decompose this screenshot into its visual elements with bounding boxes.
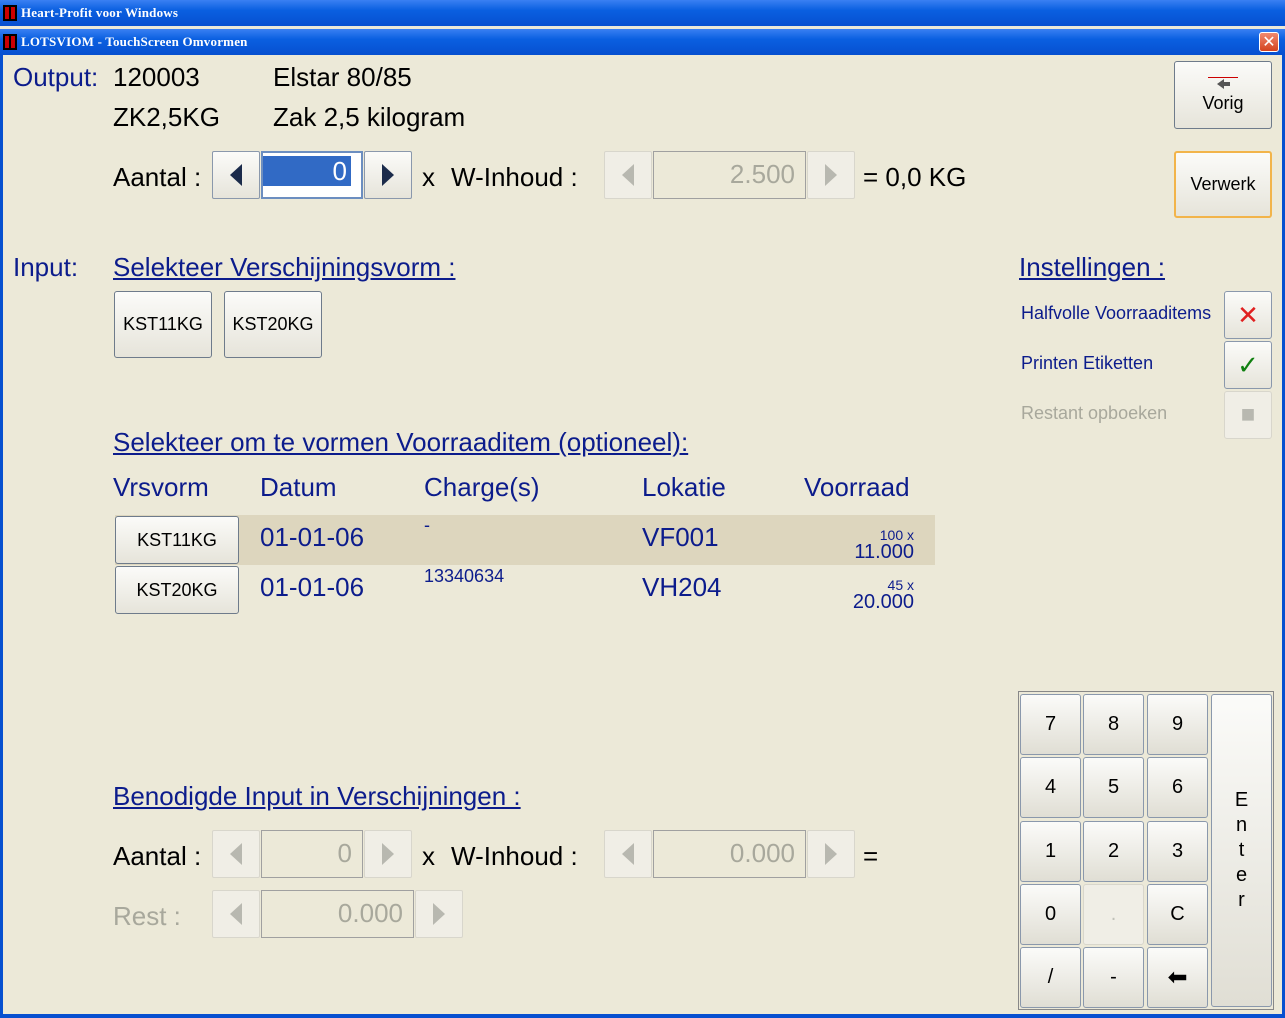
winhoud-decrease-button[interactable]: [604, 151, 652, 199]
key-8[interactable]: 8: [1083, 694, 1144, 755]
rest-input[interactable]: 0.000: [261, 890, 414, 938]
times-label: x: [422, 162, 435, 192]
output-package-code: ZK2,5KG: [113, 102, 220, 132]
winhoud-increase-button[interactable]: [807, 151, 855, 199]
row-datum: 01-01-06: [260, 572, 365, 602]
setting-halfvolle-toggle[interactable]: ✕: [1224, 291, 1272, 339]
winhoud-label: W-Inhoud :: [451, 162, 578, 192]
key-7[interactable]: 7: [1020, 694, 1081, 755]
winhoud-input[interactable]: 2.500: [653, 151, 806, 199]
arrow-right-icon: [382, 843, 394, 865]
key-9[interactable]: 9: [1147, 694, 1208, 755]
key-clear[interactable]: C: [1147, 884, 1208, 945]
arrow-left-icon: [230, 843, 242, 865]
input-label: Input:: [13, 252, 79, 282]
key-slash[interactable]: /: [1020, 947, 1081, 1008]
row-vrsvorm-button[interactable]: KST20KG: [115, 566, 239, 614]
arrow-right-icon: [433, 903, 445, 925]
key-4[interactable]: 4: [1020, 757, 1081, 818]
arrow-right-icon: [825, 164, 837, 186]
column-voorraad: Voorraad: [804, 472, 910, 502]
key-3[interactable]: 3: [1147, 821, 1208, 882]
output-code: 120003: [113, 62, 200, 92]
rest-label: Rest :: [113, 901, 181, 931]
enter-letter: t: [1238, 839, 1245, 861]
column-charges: Charge(s): [424, 472, 540, 502]
settings-title: Instellingen :: [1019, 252, 1165, 282]
setting-restant-toggle[interactable]: ■: [1224, 391, 1272, 439]
row-datum: 01-01-06: [260, 522, 365, 552]
key-minus[interactable]: -: [1083, 947, 1144, 1008]
row-charge: -: [424, 515, 430, 535]
required-aantal-label: Aantal :: [113, 841, 202, 871]
verwerk-button[interactable]: Verwerk: [1174, 151, 1272, 218]
dialog-titlebar: LOTSVIOM - TouchScreen Omvormen ✕: [0, 29, 1285, 55]
key-enter[interactable]: E n t e r: [1211, 694, 1272, 1007]
row-vrsvorm-button[interactable]: KST11KG: [115, 516, 239, 564]
aantal-input[interactable]: 0: [261, 151, 363, 199]
setting-printen-label: Printen Etiketten: [1021, 353, 1154, 373]
enter-letter: r: [1238, 889, 1245, 911]
column-datum: Datum: [260, 472, 337, 502]
required-winhoud-input[interactable]: 0.000: [653, 830, 806, 878]
dialog-title: LOTSVIOM - TouchScreen Omvormen: [21, 34, 248, 49]
app-title: Heart-Profit voor Windows: [21, 5, 179, 20]
form-button-kst20kg[interactable]: KST20KG: [224, 291, 322, 358]
form-button-kst11kg[interactable]: KST11KG: [114, 291, 212, 358]
key-0[interactable]: 0: [1020, 884, 1081, 945]
arrow-right-icon: [382, 164, 394, 186]
row-lokatie: VF001: [642, 522, 719, 552]
key-decimal[interactable]: .: [1083, 884, 1144, 945]
required-title: Benodigde Input in Verschijningen :: [113, 781, 521, 811]
key-2[interactable]: 2: [1083, 821, 1144, 882]
row-lokatie: VH204: [642, 572, 722, 602]
enter-letter: e: [1235, 864, 1248, 886]
vorig-button[interactable]: Vorig: [1174, 61, 1272, 129]
backspace-icon[interactable]: ⬅: [1147, 947, 1208, 1008]
row-voorraad-qty: 20.000: [852, 591, 914, 613]
arrow-left-icon: [622, 164, 634, 186]
required-aantal-input[interactable]: 0: [261, 830, 363, 878]
back-arrow-icon: [1208, 76, 1238, 89]
column-lokatie: Lokatie: [642, 472, 726, 502]
key-6[interactable]: 6: [1147, 757, 1208, 818]
required-aantal-increase-button[interactable]: [364, 830, 412, 878]
output-label: Output:: [13, 62, 99, 92]
select-item-title: Selekteer om te vormen Voorraaditem (opt…: [113, 427, 689, 457]
key-1[interactable]: 1: [1020, 821, 1081, 882]
setting-printen-toggle[interactable]: ✓: [1224, 341, 1272, 389]
rest-increase-button[interactable]: [415, 890, 463, 938]
arrow-right-icon: [825, 843, 837, 865]
required-winhoud-label: W-Inhoud :: [451, 841, 578, 871]
enter-letter: E: [1234, 789, 1249, 811]
output-package-name: Zak 2,5 kilogram: [273, 102, 466, 132]
row-charge: 13340634: [424, 566, 505, 586]
rest-decrease-button[interactable]: [212, 890, 260, 938]
setting-restant-label: Restant opboeken: [1021, 403, 1168, 423]
app-titlebar: Heart-Profit voor Windows: [0, 0, 1285, 26]
required-times-label: x: [422, 841, 435, 871]
aantal-increase-button[interactable]: [364, 151, 412, 199]
vorig-label: Vorig: [1202, 92, 1244, 113]
key-5[interactable]: 5: [1083, 757, 1144, 818]
select-form-title: Selekteer Verschijningsvorm :: [113, 252, 456, 282]
required-winhoud-decrease-button[interactable]: [604, 830, 652, 878]
row-voorraad-qty: 11.000: [854, 541, 914, 563]
column-vrsvorm: Vrsvorm: [113, 472, 209, 502]
aantal-label: Aantal :: [113, 162, 202, 192]
setting-halfvolle-label: Halfvolle Voorraaditems: [1021, 303, 1212, 323]
required-equals: =: [863, 841, 879, 871]
required-aantal-decrease-button[interactable]: [212, 830, 260, 878]
arrow-left-icon: [230, 164, 242, 186]
enter-letter: n: [1235, 814, 1248, 836]
output-result: = 0,0 KG: [863, 162, 967, 192]
arrow-left-icon: [230, 903, 242, 925]
app-logo-icon: [3, 5, 17, 21]
arrow-left-icon: [622, 843, 634, 865]
dialog-logo-icon: [3, 34, 17, 50]
aantal-decrease-button[interactable]: [212, 151, 260, 199]
output-name: Elstar 80/85: [273, 62, 412, 92]
required-winhoud-increase-button[interactable]: [807, 830, 855, 878]
close-icon[interactable]: ✕: [1259, 32, 1279, 52]
